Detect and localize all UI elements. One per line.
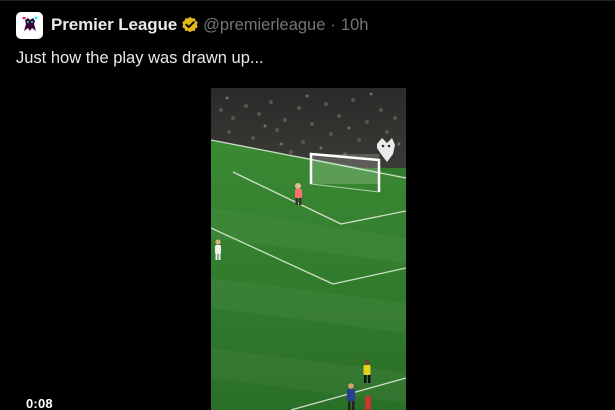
handle[interactable]: @premierleague	[203, 16, 325, 35]
separator-dot: ·	[330, 15, 336, 34]
tweet-header: Premier League @premierleague · 10h	[16, 10, 368, 40]
tweet-screen: Premier League @premierleague · 10h Just…	[0, 0, 615, 410]
premier-league-logo-icon	[18, 14, 41, 36]
tweet-text: Just how the play was drawn up...	[16, 49, 264, 67]
video-frame-image	[211, 88, 406, 410]
avatar[interactable]	[16, 11, 43, 39]
timestamp[interactable]: 10h	[341, 16, 369, 35]
video-elapsed-time: 0:08	[26, 396, 53, 410]
verified-badge-icon[interactable]	[181, 16, 199, 34]
video-player[interactable]	[211, 88, 406, 410]
top-divider	[0, 0, 615, 1]
display-name[interactable]: Premier League	[51, 15, 177, 35]
